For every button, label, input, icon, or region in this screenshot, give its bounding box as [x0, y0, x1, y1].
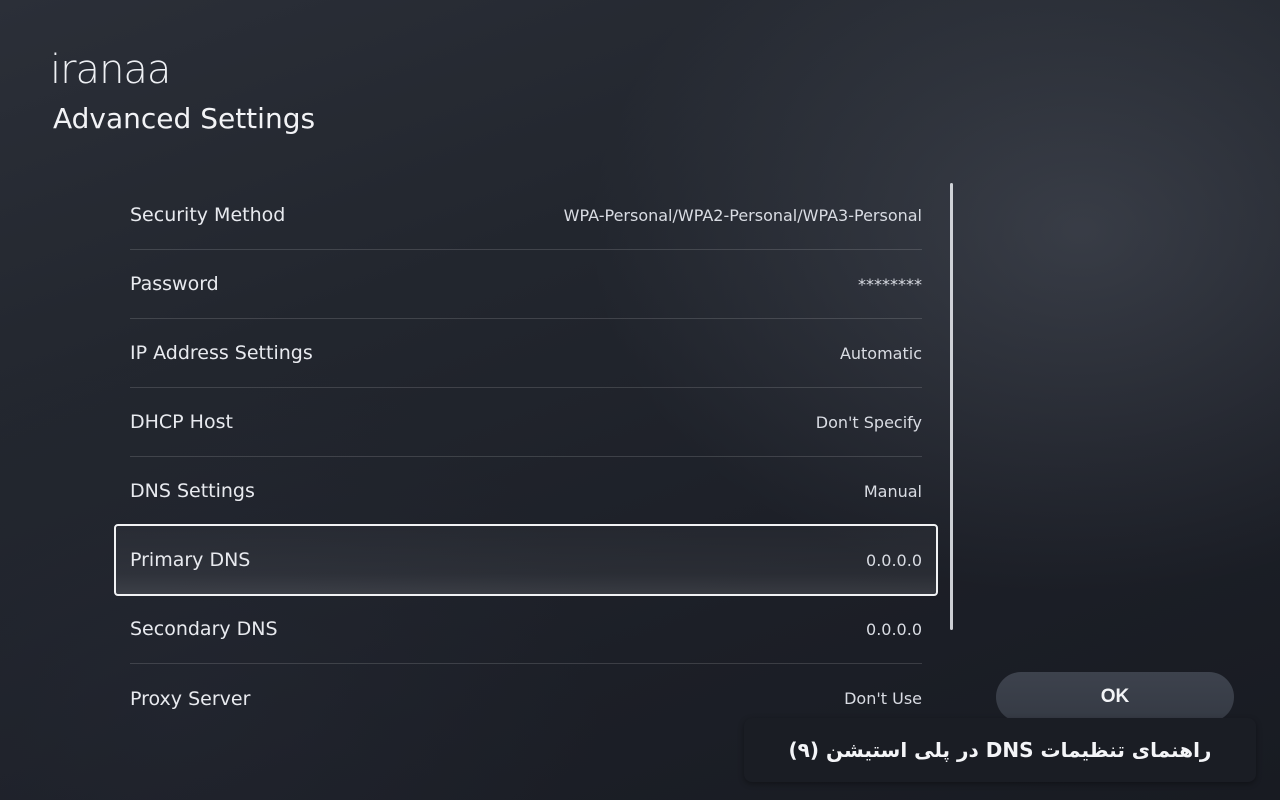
setting-value: Don't Use [844, 689, 922, 708]
setting-value: Don't Specify [815, 412, 922, 432]
setting-row-dhcp-host[interactable]: DHCP Host Don't Specify [130, 388, 922, 457]
brand-logo: iranaa [50, 47, 171, 93]
setting-value: ******** [858, 274, 922, 294]
setting-row-primary-dns[interactable]: Primary DNS 0.0.0.0 [130, 526, 922, 595]
setting-label: Primary DNS [130, 549, 251, 571]
setting-label: Security Method [130, 204, 286, 226]
setting-row-password[interactable]: Password ******** [130, 250, 922, 319]
scrollbar[interactable] [950, 183, 953, 630]
setting-label: Secondary DNS [130, 618, 278, 640]
caption-overlay: راهنمای تنظیمات DNS در پلی استیشن (۹) [744, 718, 1256, 782]
setting-value: 0.0.0.0 [866, 619, 922, 639]
setting-label: DNS Settings [130, 480, 255, 502]
setting-label: DHCP Host [130, 411, 233, 433]
caption-text: راهنمای تنظیمات DNS در پلی استیشن (۹) [788, 738, 1212, 762]
settings-list: Security Method WPA-Personal/WPA2-Person… [130, 181, 922, 733]
setting-value: WPA-Personal/WPA2-Personal/WPA3-Personal [563, 205, 922, 225]
setting-label: IP Address Settings [130, 342, 313, 364]
setting-row-dns-settings[interactable]: DNS Settings Manual [130, 457, 922, 526]
setting-row-ip-address-settings[interactable]: IP Address Settings Automatic [130, 319, 922, 388]
setting-value: 0.0.0.0 [866, 550, 922, 570]
setting-value: Manual [863, 481, 922, 501]
setting-label: Proxy Server [130, 687, 251, 710]
page-title: Advanced Settings [53, 102, 316, 135]
ok-button[interactable]: OK [996, 672, 1234, 722]
setting-value: Automatic [839, 343, 922, 363]
setting-row-security-method[interactable]: Security Method WPA-Personal/WPA2-Person… [130, 181, 922, 250]
setting-row-secondary-dns[interactable]: Secondary DNS 0.0.0.0 [130, 595, 922, 664]
setting-label: Password [130, 273, 219, 295]
